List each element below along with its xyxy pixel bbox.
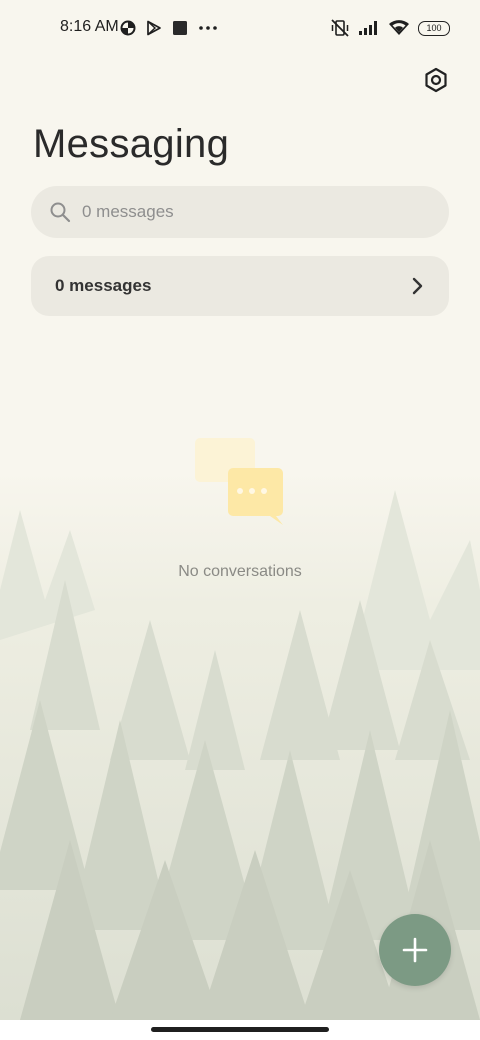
- battery-icon: 100: [418, 20, 450, 36]
- signal-icon: [359, 21, 377, 35]
- new-conversation-button[interactable]: [379, 914, 451, 986]
- chevron-right-icon: [412, 277, 423, 295]
- search-input[interactable]: 0 messages: [82, 202, 174, 222]
- play-store-icon: [147, 20, 161, 36]
- stop-square-icon: [173, 21, 187, 35]
- settings-hex-icon: [425, 67, 447, 93]
- wifi-icon: [389, 20, 409, 35]
- folder-label: 0 messages: [55, 276, 152, 295]
- page-title: Messaging: [33, 122, 230, 166]
- more-dots-icon: [199, 26, 217, 30]
- search-bar[interactable]: 0 messages: [31, 186, 449, 238]
- empty-state-text: No conversations: [178, 563, 302, 580]
- messages-folder-row[interactable]: 0 messages: [31, 256, 449, 316]
- home-indicator[interactable]: [151, 1027, 329, 1032]
- plus-icon: [402, 937, 428, 963]
- status-time: 8:16 AM: [60, 18, 119, 35]
- vibrate-off-icon: [331, 19, 349, 37]
- navigation-bar: [0, 1020, 480, 1040]
- chat-bubbles-icon: [195, 438, 283, 525]
- data-saver-icon: [120, 20, 136, 36]
- status-bar: 8:16 AM 100: [0, 0, 480, 56]
- search-icon: [50, 202, 71, 223]
- settings-button[interactable]: [420, 64, 452, 96]
